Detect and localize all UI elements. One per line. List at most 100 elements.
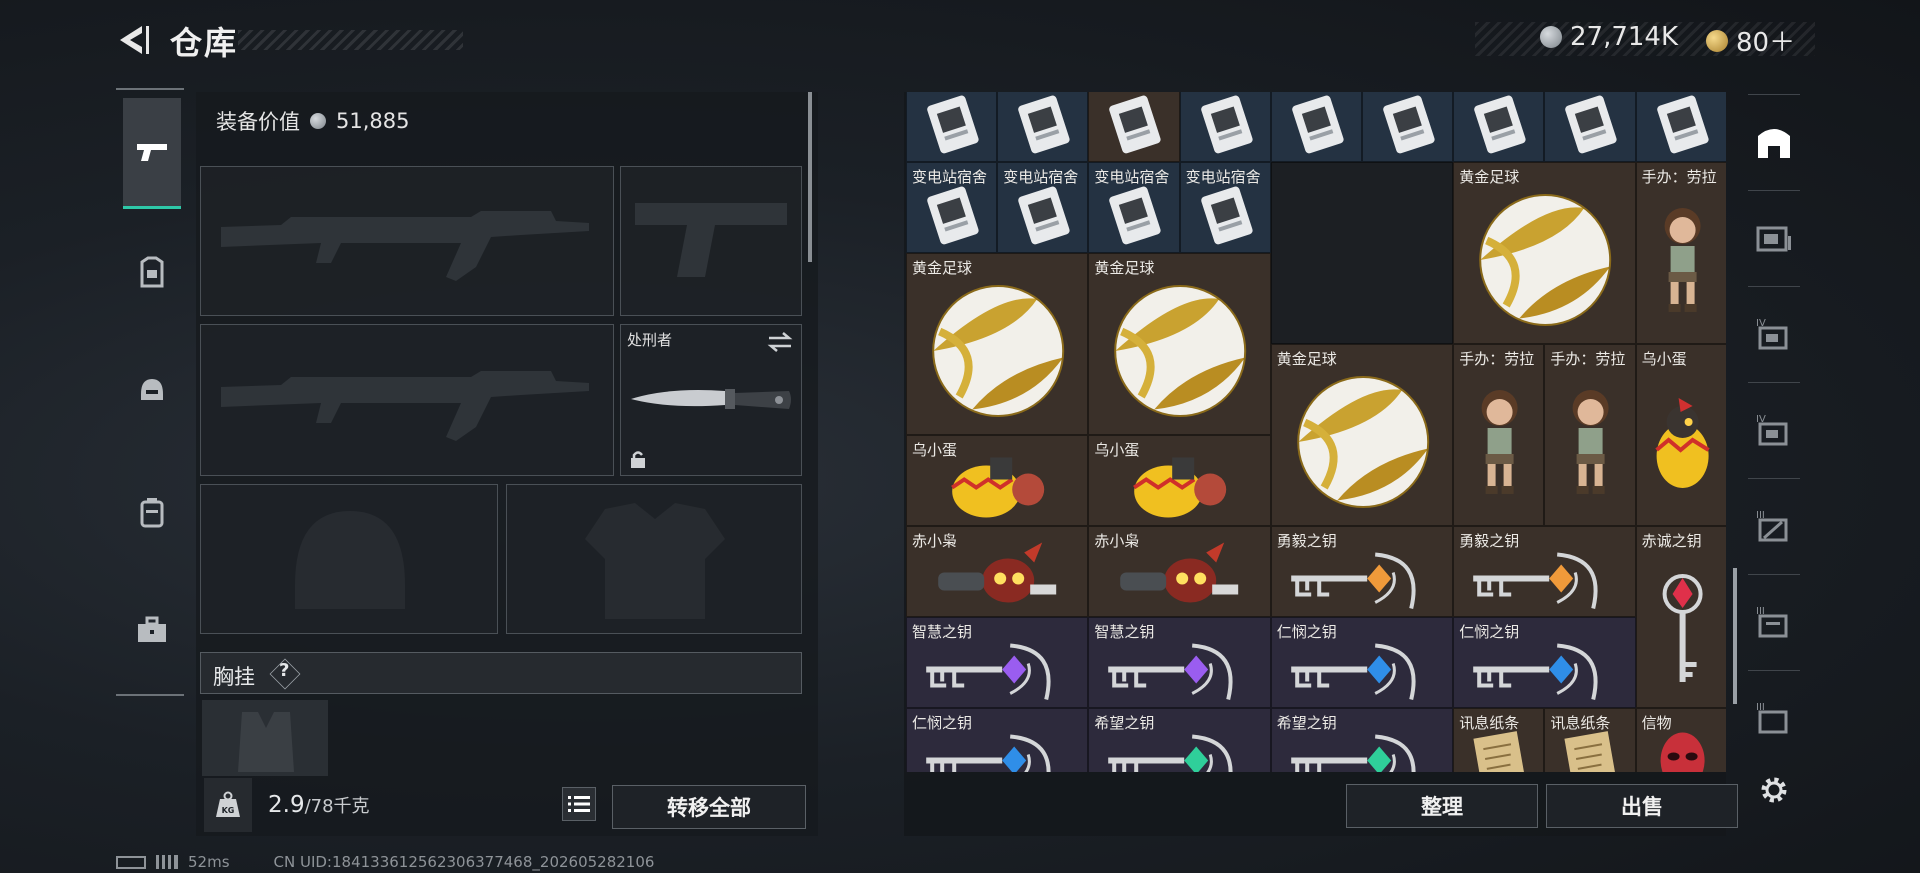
storage-tab-2[interactable]: IV bbox=[1748, 310, 1800, 358]
sell-button[interactable]: 出售 bbox=[1546, 784, 1738, 828]
signal-icon bbox=[156, 855, 178, 869]
inventory-item[interactable]: 智慧之钥 bbox=[1088, 617, 1271, 708]
keycard-icon bbox=[1018, 95, 1070, 154]
rail-divider bbox=[1748, 94, 1800, 95]
inventory-item[interactable]: 变电站宿舍 bbox=[906, 162, 998, 253]
item-name: 勇毅之钥 bbox=[1276, 532, 1337, 550]
helmet-slot[interactable] bbox=[200, 484, 498, 634]
inventory-item[interactable]: 乌小蛋 bbox=[906, 435, 1089, 526]
item-name: 赤小枭 bbox=[1094, 532, 1140, 550]
weight-icon-text: KG bbox=[222, 806, 235, 815]
inventory-item[interactable] bbox=[1635, 92, 1726, 162]
item-name: 变电站宿舍 bbox=[912, 168, 988, 186]
secondary-weapon-slot[interactable] bbox=[200, 324, 614, 476]
melee-name: 处刑者 bbox=[627, 331, 673, 349]
inventory-item[interactable] bbox=[997, 92, 1089, 162]
storage-tab-6[interactable]: III bbox=[1748, 694, 1800, 742]
inventory-item[interactable]: 黄金足球 bbox=[1270, 344, 1454, 526]
chest-rig-slot[interactable] bbox=[202, 700, 328, 776]
inventory-item[interactable]: 赤小枭 bbox=[1088, 526, 1271, 617]
inventory-item[interactable]: 仁悯之钥 bbox=[1270, 617, 1454, 708]
transfer-all-button[interactable]: 转移全部 bbox=[612, 785, 806, 829]
inventory-item[interactable]: 仁悯之钥 bbox=[906, 708, 1089, 772]
help-mark: ? bbox=[279, 660, 290, 681]
knife-icon bbox=[631, 389, 791, 409]
helmet-silhouette-icon bbox=[295, 511, 405, 609]
list-view-button[interactable] bbox=[562, 787, 596, 821]
inventory-item[interactable]: 希望之钥 bbox=[1088, 708, 1271, 772]
item-name: 黄金足球 bbox=[1276, 350, 1337, 368]
lock-icon bbox=[631, 451, 645, 468]
inventory-item[interactable]: 讯息纸条 bbox=[1453, 708, 1545, 772]
inventory-item[interactable] bbox=[906, 92, 998, 162]
inventory-item[interactable]: 变电站宿舍 bbox=[997, 162, 1089, 253]
inventory-item[interactable]: 黄金足球 bbox=[906, 253, 1089, 435]
inventory-item[interactable]: 信物 bbox=[1635, 708, 1726, 772]
golden-football-icon bbox=[1296, 376, 1429, 508]
inventory-item[interactable]: 手办：劳拉 bbox=[1453, 344, 1545, 526]
tab-weapons[interactable] bbox=[123, 98, 181, 209]
sort-button[interactable]: 整理 bbox=[1346, 784, 1538, 828]
warehouse-tab[interactable] bbox=[1748, 118, 1800, 166]
crate-iv-icon: IV bbox=[1756, 414, 1788, 446]
gold-currency[interactable]: 80＋ bbox=[1706, 22, 1795, 59]
item-name: 仁悯之钥 bbox=[912, 714, 973, 732]
chest-rig-silhouette-icon bbox=[238, 712, 294, 772]
empty-grid-cell bbox=[1270, 162, 1454, 344]
inventory-item[interactable]: 勇毅之钥 bbox=[1453, 526, 1636, 617]
storage-tab-4[interactable]: III bbox=[1748, 502, 1800, 550]
inventory-item[interactable] bbox=[1453, 92, 1545, 162]
primary-weapon-slot[interactable] bbox=[200, 166, 614, 316]
settings-button[interactable] bbox=[1748, 766, 1800, 814]
inventory-item[interactable]: 变电站宿舍 bbox=[1179, 162, 1271, 253]
lara-figure-icon bbox=[1481, 390, 1518, 494]
storage-tab-1[interactable] bbox=[1748, 214, 1800, 262]
back-arrow-icon[interactable] bbox=[116, 22, 152, 58]
gold-coin-icon bbox=[1706, 29, 1728, 52]
item-name: 智慧之钥 bbox=[1094, 623, 1155, 641]
swap-icon[interactable] bbox=[767, 331, 793, 353]
inventory-item[interactable]: 智慧之钥 bbox=[906, 617, 1089, 708]
inventory-item[interactable]: 变电站宿舍 bbox=[1088, 162, 1180, 253]
pistol-slot[interactable] bbox=[620, 166, 802, 316]
inventory-item[interactable]: 仁悯之钥 bbox=[1453, 617, 1636, 708]
tab-helmet[interactable] bbox=[124, 362, 180, 418]
rail-divider bbox=[1748, 190, 1800, 191]
item-name: 信物 bbox=[1641, 714, 1672, 732]
inventory-item[interactable]: 讯息纸条 bbox=[1544, 708, 1636, 772]
weight-icon-box: KG bbox=[204, 778, 252, 832]
inventory-item[interactable]: 希望之钥 bbox=[1270, 708, 1454, 772]
inventory-item[interactable]: 乌小蛋 bbox=[1635, 344, 1726, 526]
armor-slot[interactable] bbox=[506, 484, 802, 634]
inventory-item[interactable]: 乌小蛋 bbox=[1088, 435, 1271, 526]
item-name: 变电站宿舍 bbox=[1003, 168, 1079, 186]
inventory-item[interactable]: 赤小枭 bbox=[906, 526, 1089, 617]
tab-case[interactable] bbox=[124, 602, 180, 658]
inventory-item[interactable]: 手办：劳拉 bbox=[1544, 344, 1636, 526]
inventory-item[interactable] bbox=[1544, 92, 1636, 162]
equipment-scrollbar[interactable] bbox=[808, 92, 812, 262]
page-title: 仓库 bbox=[170, 24, 239, 62]
inventory-item[interactable]: 黄金足球 bbox=[1453, 162, 1636, 344]
warehouse-scrollbar[interactable] bbox=[1733, 568, 1737, 704]
rifle-silhouette-icon bbox=[221, 371, 589, 441]
inventory-item[interactable] bbox=[1179, 92, 1271, 162]
storage-tab-3[interactable]: IV bbox=[1748, 406, 1800, 454]
inventory-item[interactable] bbox=[1270, 92, 1362, 162]
keycard-icon bbox=[1383, 95, 1435, 154]
tab-backpack[interactable] bbox=[124, 484, 180, 540]
storage-tab-5[interactable]: III bbox=[1748, 598, 1800, 646]
inventory-item[interactable]: 勇毅之钥 bbox=[1270, 526, 1454, 617]
crate-iii-icon: III bbox=[1756, 702, 1788, 734]
inventory-item[interactable]: 赤诚之钥 bbox=[1635, 526, 1726, 708]
ping-text: 52ms bbox=[188, 853, 230, 871]
inventory-item[interactable]: 黄金足球 bbox=[1088, 253, 1271, 435]
silver-coin-icon bbox=[310, 113, 326, 129]
melee-slot[interactable]: 处刑者 bbox=[620, 324, 802, 476]
inventory-item[interactable] bbox=[1362, 92, 1454, 162]
inventory-item[interactable] bbox=[1088, 92, 1180, 162]
rail-divider bbox=[1748, 478, 1800, 479]
inventory-item[interactable]: 手办：劳拉 bbox=[1635, 162, 1726, 344]
crate-iii-icon: III bbox=[1756, 606, 1788, 638]
tab-armor[interactable] bbox=[124, 244, 180, 300]
